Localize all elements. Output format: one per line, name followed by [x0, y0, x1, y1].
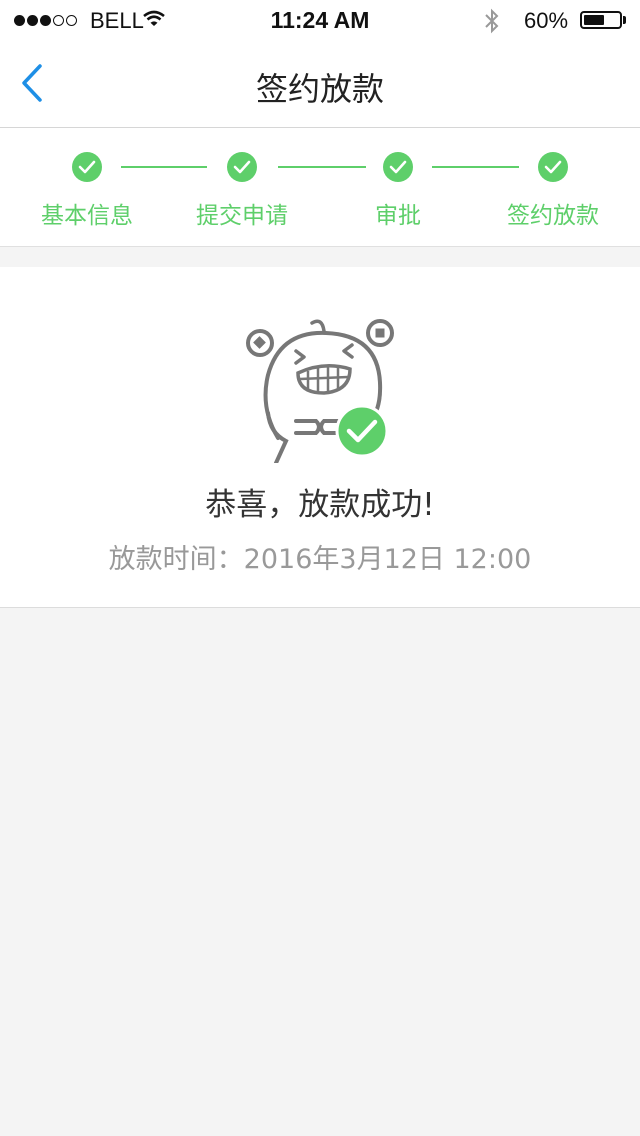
battery-level [584, 15, 604, 25]
step-connector [432, 166, 519, 168]
status-bar: BELL 11:24 AM 60% [0, 0, 640, 40]
step-label-approval: 审批 [375, 203, 421, 229]
page-title: 签约放款 [255, 70, 384, 108]
step-check-icon [383, 152, 413, 182]
step-label-submit-application: 提交申请 [196, 203, 288, 229]
disbursement-time: 放款时间：2016年3月12日 12:00 [108, 544, 532, 575]
step-connector [278, 166, 366, 168]
step-connector [121, 166, 207, 168]
step-check-icon [538, 152, 568, 182]
step-check-icon [72, 152, 102, 182]
navigation-bar: 签约放款 [0, 40, 640, 128]
battery-percent: 60% [524, 8, 569, 33]
bluetooth-icon [482, 8, 502, 38]
step-label-basic-info: 基本信息 [41, 203, 133, 229]
battery-icon [580, 11, 622, 29]
success-card: 恭喜，放款成功! 放款时间：2016年3月12日 12:00 [0, 267, 640, 608]
step-label-sign-disburse: 签约放款 [507, 203, 599, 229]
success-message: 恭喜，放款成功! [205, 487, 435, 523]
step-progress: 基本信息 提交申请 审批 签约放款 [0, 128, 640, 247]
step-check-icon [227, 152, 257, 182]
mascot-illustration [240, 313, 400, 467]
battery-tip [623, 16, 626, 24]
